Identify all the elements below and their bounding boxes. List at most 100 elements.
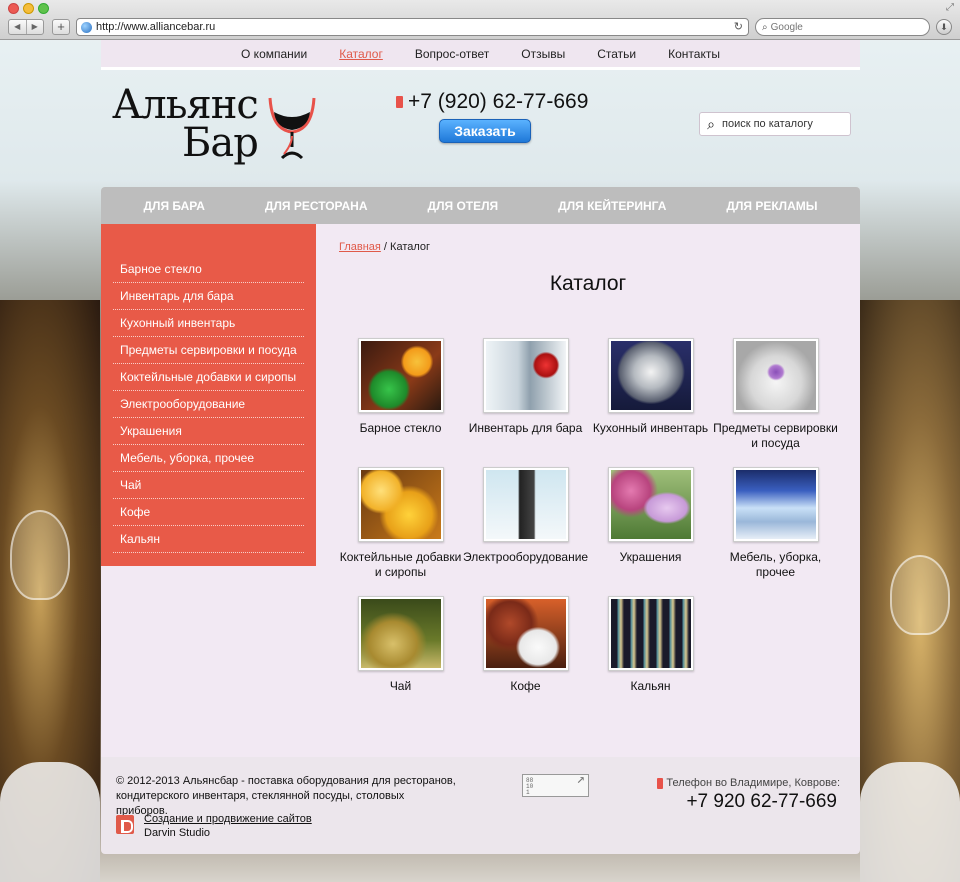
category-restaurant[interactable]: ДЛЯ РЕСТОРАНА [235, 199, 398, 213]
tea-photo[interactable] [357, 596, 444, 671]
catalog-item-label[interactable]: Кухонный инвентарь [588, 421, 713, 436]
bar-interior-photo[interactable] [732, 467, 819, 542]
catalog-item[interactable]: Предметы сервировки и посуда [713, 338, 838, 451]
nav-faq[interactable]: Вопрос-ответ [399, 47, 505, 61]
bar-glass-photo[interactable] [357, 338, 444, 413]
sidebar-item-bar-glass[interactable]: Барное стекло [113, 256, 304, 283]
sidebar-item-syrups[interactable]: Коктейльные добавки и сиропы [113, 364, 304, 391]
browser-search-input[interactable] [770, 21, 911, 33]
back-button[interactable]: ◀ [9, 20, 27, 34]
sidebar-item-tableware[interactable]: Предметы сервировки и посуда [113, 337, 304, 364]
catalog-item-label[interactable]: Барное стекло [338, 421, 463, 436]
bar-tools-photo[interactable] [482, 338, 569, 413]
catalog-item[interactable]: Кальян [588, 596, 713, 694]
copyright-line: © 2012-2013 Альянсбар - поставка оборудо… [116, 775, 456, 787]
nav-articles[interactable]: Статьи [581, 47, 652, 61]
visit-counter[interactable]: 88 10 1 ↗ [522, 772, 589, 797]
catalog-item-label[interactable]: Электрооборудование [463, 550, 588, 565]
catalog-item-label[interactable]: Кальян [588, 679, 713, 694]
catalog-sidebar: Барное стекло Инвентарь для бара Кухонны… [101, 224, 316, 566]
catalog-item-label[interactable]: Украшения [588, 550, 713, 565]
order-button[interactable]: Заказать [439, 119, 531, 143]
downloads-icon[interactable]: ⬇ [936, 19, 952, 35]
nav-contacts[interactable]: Контакты [652, 47, 736, 61]
catalog-item[interactable]: Барное стекло [338, 338, 463, 436]
catalog-item[interactable]: Украшения [588, 467, 713, 565]
breadcrumb: Главная / Каталог [339, 241, 430, 253]
arrow-icon: ↗ [576, 772, 585, 788]
catalog-item-label[interactable]: Коктейльные добавки и сиропы [338, 550, 463, 580]
sidebar-item-kitchen[interactable]: Кухонный инвентарь [113, 310, 304, 337]
nav-catalog[interactable]: Каталог [323, 47, 399, 61]
history-buttons: ◀ ▶ [8, 19, 44, 35]
window-minimize-button[interactable] [23, 3, 34, 14]
catalog-item[interactable]: Электрооборудование [463, 467, 588, 565]
catalog-search-input[interactable] [722, 118, 842, 130]
catalog-item[interactable]: Кофе [463, 596, 588, 694]
cocktail-photo[interactable] [357, 467, 444, 542]
studio-link[interactable]: Создание и продвижение сайтов [144, 813, 312, 825]
catalog-item[interactable]: Коктейльные добавки и сиропы [338, 467, 463, 580]
darvin-studio-logo[interactable] [116, 815, 134, 834]
address-bar[interactable]: http://www.alliancebar.ru ↻ [76, 18, 749, 36]
sidebar-item-coffee[interactable]: Кофе [113, 499, 304, 526]
category-bar[interactable]: ДЛЯ БАРА [114, 199, 235, 213]
sidebar-item-hookah[interactable]: Кальян [113, 526, 304, 553]
sidebar-item-tea[interactable]: Чай [113, 472, 304, 499]
browser-search-field[interactable]: ⌕ [755, 18, 930, 36]
header-phone: +7 (920) 62-77-669 [396, 90, 588, 114]
catalog-item-label[interactable]: Инвентарь для бара [463, 421, 588, 436]
catalog-item-label[interactable]: Мебель, уборка, прочее [713, 550, 838, 580]
studio-name: Darvin Studio [144, 827, 211, 839]
site-logo[interactable]: Альянс Бар [112, 82, 322, 166]
sidebar-item-bar-tools[interactable]: Инвентарь для бара [113, 283, 304, 310]
wine-glass-icon [268, 97, 316, 160]
catalog-item-label[interactable]: Чай [338, 679, 463, 694]
cookware-photo[interactable] [607, 338, 694, 413]
category-catering[interactable]: ДЛЯ КЕЙТЕРИНГА [528, 199, 696, 213]
footer-phone-label-text: Телефон во Владимире, Коврове: [666, 777, 840, 789]
sidebar-item-furniture[interactable]: Мебель, уборка, прочее [113, 445, 304, 472]
breadcrumb-separator: / [380, 241, 391, 253]
mixer-photo[interactable] [482, 467, 569, 542]
catalog-item[interactable]: Инвентарь для бара [463, 338, 588, 436]
catalog-item[interactable]: Мебель, уборка, прочее [713, 467, 838, 580]
category-hotel[interactable]: ДЛЯ ОТЕЛЯ [398, 199, 529, 213]
address-text[interactable]: http://www.alliancebar.ru [96, 21, 215, 33]
phone-number: +7 (920) 62-77-669 [408, 90, 589, 113]
sidebar-item-electrical[interactable]: Электрооборудование [113, 391, 304, 418]
catalog-item[interactable]: Кухонный инвентарь [588, 338, 713, 436]
page-title: Каталог [549, 272, 627, 295]
catalog-item-label[interactable]: Предметы сервировки и посуда [713, 421, 838, 451]
background-wine-glass [890, 555, 950, 635]
sidebar-item-decorations[interactable]: Украшения [113, 418, 304, 445]
footer-phone: +7 920 62-77-669 [686, 791, 837, 812]
nav-reviews[interactable]: Отзывы [505, 47, 581, 61]
fullscreen-icon[interactable]: ⤢ [946, 2, 954, 13]
background-tablecloth [0, 762, 100, 882]
tableware-photo[interactable] [732, 338, 819, 413]
coffee-photo[interactable] [482, 596, 569, 671]
content-background [101, 566, 316, 757]
counter-digits: 88 10 1 [526, 777, 534, 796]
nav-about[interactable]: О компании [225, 47, 323, 61]
window-maximize-button[interactable] [38, 3, 49, 14]
background-tablecloth [860, 762, 960, 882]
search-icon: ⌕ [762, 21, 768, 33]
breadcrumb-current: Каталог [390, 241, 431, 253]
category-menu: ДЛЯ БАРА ДЛЯ РЕСТОРАНА ДЛЯ ОТЕЛЯ ДЛЯ КЕЙ… [101, 187, 860, 224]
breadcrumb-home[interactable]: Главная [339, 241, 381, 253]
reload-icon[interactable]: ↻ [734, 20, 743, 33]
category-advertising[interactable]: ДЛЯ РЕКЛАМЫ [696, 199, 847, 213]
flowers-candle-photo[interactable] [607, 467, 694, 542]
search-icon[interactable]: ⌕ [700, 116, 722, 133]
catalog-search[interactable]: ⌕ [699, 112, 851, 136]
catalog-item[interactable]: Чай [338, 596, 463, 694]
footer-phone-label: Телефон во Владимире, Коврове: [657, 777, 840, 789]
phone-icon [396, 96, 403, 108]
new-tab-button[interactable]: + [52, 19, 70, 35]
hookah-photo[interactable] [607, 596, 694, 671]
window-close-button[interactable] [8, 3, 19, 14]
forward-button[interactable]: ▶ [27, 20, 44, 34]
catalog-item-label[interactable]: Кофе [463, 679, 588, 694]
